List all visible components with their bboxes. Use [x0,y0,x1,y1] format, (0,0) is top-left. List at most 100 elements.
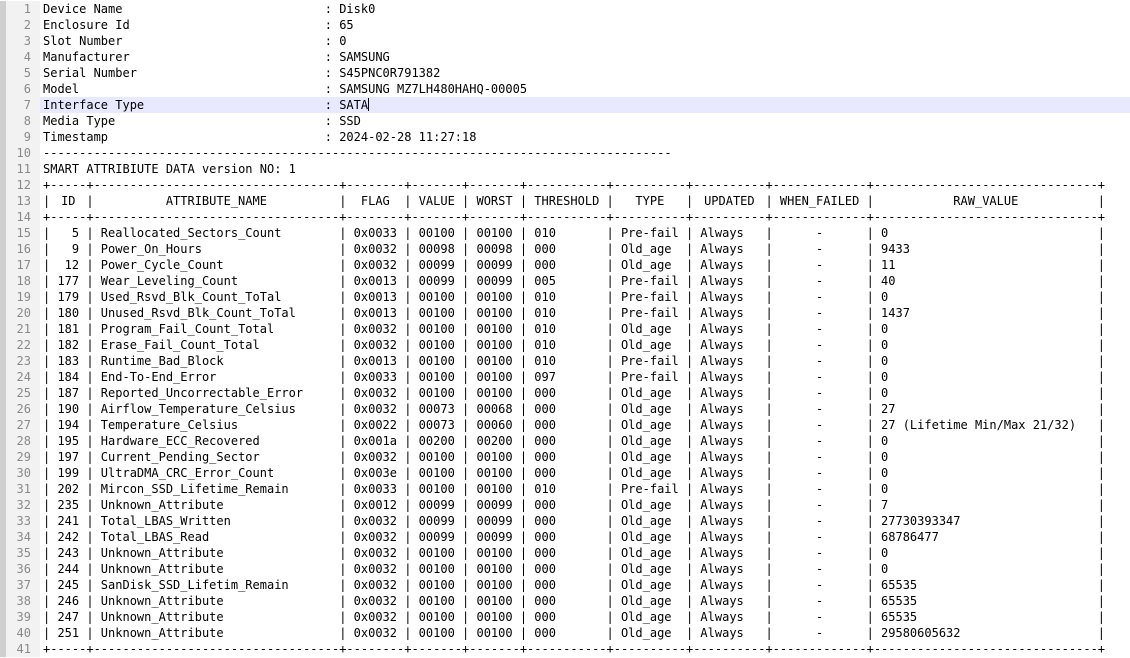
cell-attribute_name: Reallocated_Sectors_Count [94,225,340,241]
table-row[interactable]: |246|Unknown_Attribute|0x0032|00100|0010… [40,593,1130,609]
table-row[interactable]: |177|Wear_Leveling_Count|0x0013|00099|00… [40,273,1130,289]
table-row[interactable]: |245|SanDisk_SSD_Lifetim_Remain|0x0032|0… [40,577,1130,593]
line-text[interactable]: Model: SAMSUNG MZ7LH480HAHQ-00005 [40,81,1130,97]
cell-type: Pre-fail [614,353,686,369]
line-text[interactable]: |ID|ATTRIBUTE_NAME|FLAG|VALUE|WORST|THRE… [40,193,1130,209]
cell-flag: 0x0032 [346,449,404,465]
line-number[interactable]: 17 [0,257,40,273]
table-row[interactable]: |179|Used_Rsvd_Blk_Count_ToTal|0x0013|00… [40,289,1130,305]
line-number[interactable]: 9 [0,129,40,145]
line-number[interactable]: 16 [0,241,40,257]
table-row[interactable]: |202|Mircon_SSD_Lifetime_Remain|0x0033|0… [40,481,1130,497]
line-number[interactable]: 26 [0,401,40,417]
table-border-line[interactable]: +-----+---------------------------------… [40,177,1130,193]
line-number[interactable]: 10 [0,145,40,161]
line-number[interactable]: 40 [0,625,40,641]
table-row[interactable]: |183|Runtime_Bad_Block|0x0013|00100|0010… [40,353,1130,369]
line-text[interactable]: Manufacturer: SAMSUNG [40,49,1130,65]
cell-worst: 00099 [469,273,520,289]
line-number[interactable]: 8 [0,113,40,129]
line-text[interactable]: Device Name: Disk0 [40,1,1130,17]
field-label: Enclosure Id [43,17,325,33]
line-text[interactable]: Timestamp: 2024-02-28 11:27:18 [40,129,1130,145]
table-row[interactable]: |184|End-To-End_Error|0x0033|00100|00100… [40,369,1130,385]
line-number[interactable]: 23 [0,353,40,369]
line-number[interactable]: 1 [0,1,40,17]
line-number[interactable]: 3 [0,33,40,49]
line-number[interactable]: 19 [0,289,40,305]
line-number[interactable]: 7 [0,97,40,113]
line-number[interactable]: 4 [0,49,40,65]
line-text[interactable]: Media Type: SSD [40,113,1130,129]
table-row[interactable]: |199|UltraDMA_CRC_Error_Count|0x003e|001… [40,465,1130,481]
line-number[interactable]: 30 [0,465,40,481]
line-number[interactable]: 33 [0,513,40,529]
line-number[interactable]: 14 [0,209,40,225]
table-row[interactable]: |187|Reported_Uncorrectable_Error|0x0032… [40,385,1130,401]
line-number[interactable]: 20 [0,305,40,321]
code-line: 2Enclosure Id: 65 [0,17,1130,33]
line-number[interactable]: 35 [0,545,40,561]
cell-flag: 0x001a [346,433,404,449]
cell-updated: Always [693,417,765,433]
cell-raw_value: 27 [874,401,1098,417]
line-number[interactable]: 39 [0,609,40,625]
line-number[interactable]: 13 [0,193,40,209]
line-number[interactable]: 25 [0,385,40,401]
table-row[interactable]: |180|Unused_Rsvd_Blk_Count_ToTal|0x0013|… [40,305,1130,321]
line-text[interactable]: SMART ATTRIBIUTE DATA version NO: 1 [40,161,1130,177]
line-number[interactable]: 41 [0,641,40,657]
table-row[interactable]: |251|Unknown_Attribute|0x0032|00100|0010… [40,625,1130,641]
line-number[interactable]: 37 [0,577,40,593]
table-row[interactable]: |241|Total_LBAS_Written|0x0032|00099|000… [40,513,1130,529]
table-row[interactable]: |190|Airflow_Temperature_Celsius|0x0032|… [40,401,1130,417]
line-text[interactable]: Enclosure Id: 65 [40,17,1130,33]
table-row[interactable]: |181|Program_Fail_Count_Total|0x0032|001… [40,321,1130,337]
line-text[interactable]: Serial Number: S45PNC0R791382 [40,65,1130,81]
table-row[interactable]: |194|Temperature_Celsius|0x0022|00073|00… [40,417,1130,433]
line-number[interactable]: 28 [0,433,40,449]
table-row[interactable]: |244|Unknown_Attribute|0x0032|00100|0010… [40,561,1130,577]
line-number[interactable]: 18 [0,273,40,289]
line-number[interactable]: 6 [0,81,40,97]
line-number[interactable]: 29 [0,449,40,465]
line-text[interactable]: Interface Type: SATA [40,97,1130,113]
line-number[interactable]: 31 [0,481,40,497]
line-number[interactable]: 24 [0,369,40,385]
line-text[interactable]: ----------------------------------------… [40,145,1130,161]
table-row[interactable]: |9|Power_On_Hours|0x0032|00098|00098|000… [40,241,1130,257]
line-number[interactable]: 36 [0,561,40,577]
table-border-line[interactable]: +-----+---------------------------------… [40,209,1130,225]
cell-worst: 00100 [469,225,520,241]
code-line: 30|199|UltraDMA_CRC_Error_Count|0x003e|0… [0,465,1130,481]
line-number[interactable]: 2 [0,17,40,33]
table-row[interactable]: |5|Reallocated_Sectors_Count|0x0033|0010… [40,225,1130,241]
line-number[interactable]: 15 [0,225,40,241]
cell-attribute_name: Erase_Fail_Count_Total [94,337,340,353]
table-row[interactable]: |182|Erase_Fail_Count_Total|0x0032|00100… [40,337,1130,353]
cell-flag: 0x0032 [346,529,404,545]
line-text[interactable]: Slot Number: 0 [40,33,1130,49]
line-number[interactable]: 27 [0,417,40,433]
table-row[interactable]: |197|Current_Pending_Sector|0x0032|00100… [40,449,1130,465]
editor[interactable]: 1Device Name: Disk02Enclosure Id: 653Slo… [0,0,1130,658]
line-number[interactable]: 21 [0,321,40,337]
table-border-line[interactable]: +-----+---------------------------------… [40,641,1130,657]
line-number[interactable]: 5 [0,65,40,81]
table-row[interactable]: |195|Hardware_ECC_Recovered|0x001a|00200… [40,433,1130,449]
table-row[interactable]: |243|Unknown_Attribute|0x0032|00100|0010… [40,545,1130,561]
cell-when_failed: - [773,625,867,641]
line-number[interactable]: 32 [0,497,40,513]
line-number[interactable]: 34 [0,529,40,545]
line-number[interactable]: 12 [0,177,40,193]
line-number[interactable]: 38 [0,593,40,609]
table-row[interactable]: |235|Unknown_Attribute|0x0012|00099|0009… [40,497,1130,513]
line-number[interactable]: 22 [0,337,40,353]
code-line: 28|195|Hardware_ECC_Recovered|0x001a|002… [0,433,1130,449]
table-row[interactable]: |247|Unknown_Attribute|0x0032|00100|0010… [40,609,1130,625]
line-number[interactable]: 11 [0,161,40,177]
cell-worst: 00100 [469,449,520,465]
cell-worst: 00098 [469,241,520,257]
table-row[interactable]: |12|Power_Cycle_Count|0x0032|00099|00099… [40,257,1130,273]
table-row[interactable]: |242|Total_LBAS_Read|0x0032|00099|00099|… [40,529,1130,545]
